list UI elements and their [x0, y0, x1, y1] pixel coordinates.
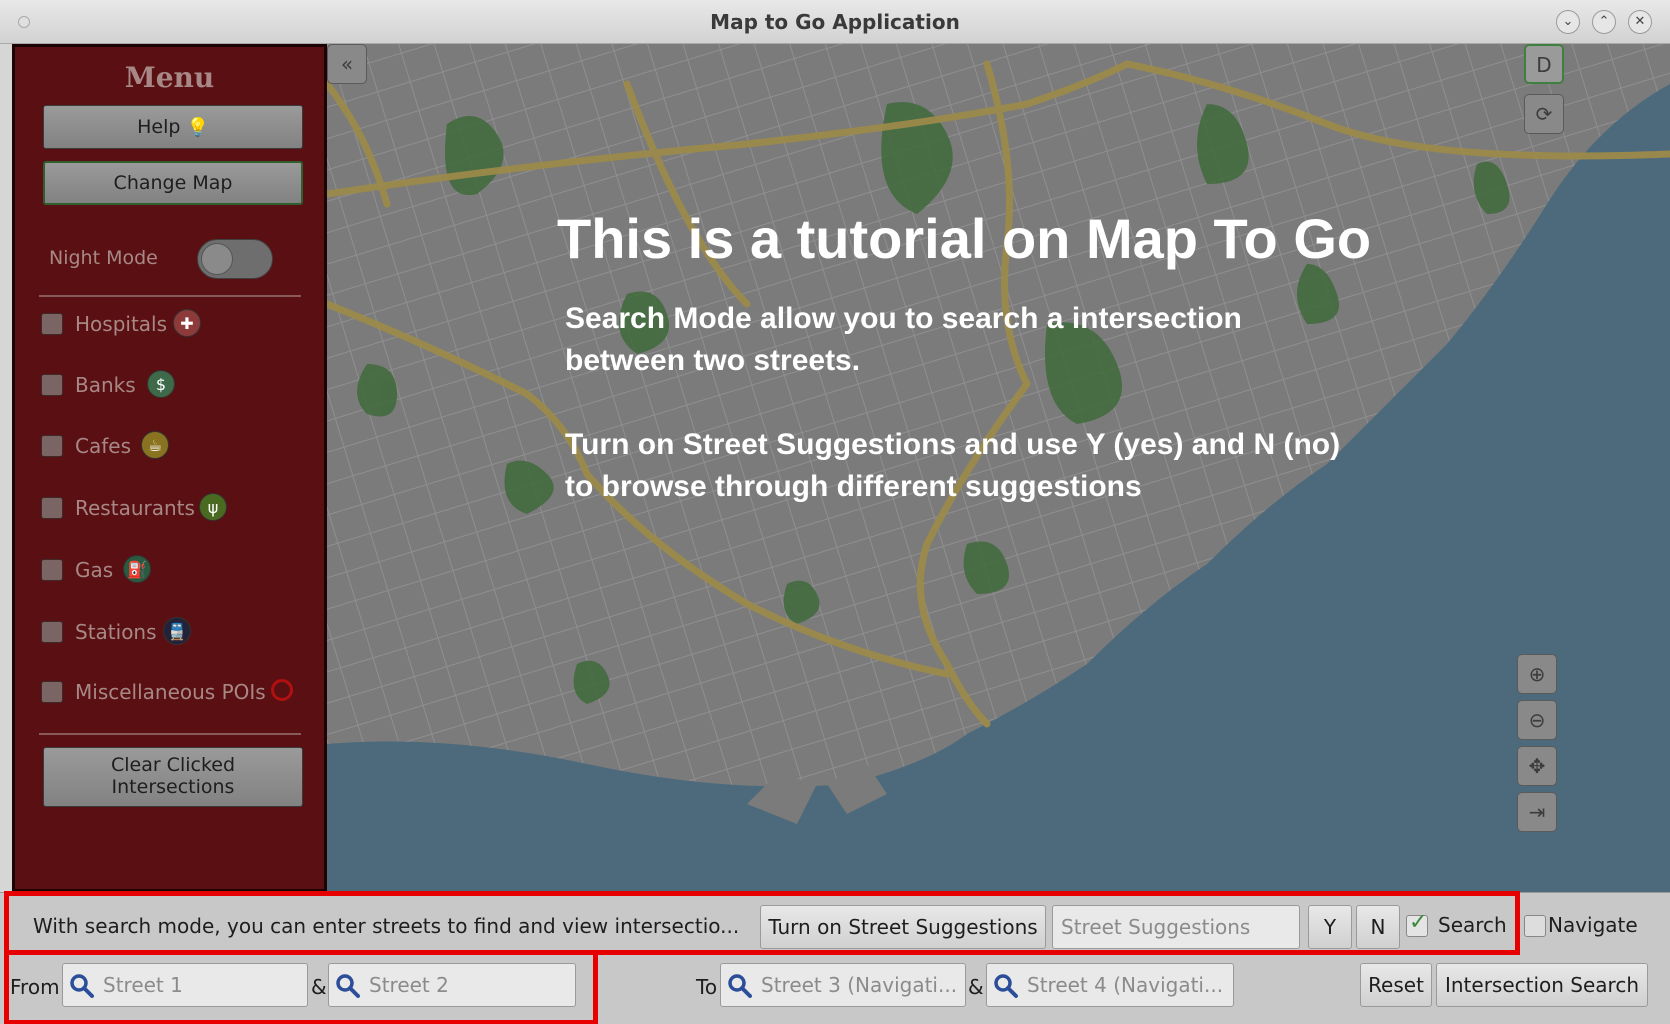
night-mode-toggle[interactable]	[197, 239, 273, 279]
bank-icon: $	[147, 370, 175, 398]
toggle-knob-icon	[201, 243, 233, 275]
restaurants-checkbox[interactable]	[41, 497, 63, 519]
street-suggestions-field[interactable]: Street Suggestions	[1052, 905, 1300, 949]
search-icon	[994, 974, 1018, 998]
street-4-placeholder: Street 4 (Navigati...	[1027, 973, 1224, 997]
station-icon: 🚆	[163, 617, 191, 645]
suggestions-placeholder: Street Suggestions	[1061, 915, 1251, 939]
search-mode-label: Search	[1438, 913, 1507, 937]
intersection-search-label: Intersection Search	[1444, 973, 1640, 997]
no-label: N	[1370, 915, 1386, 939]
tutorial-line-3: Turn on Street Suggestions and use Y (ye…	[565, 428, 1341, 461]
minimize-icon[interactable]: ⌄	[1556, 10, 1580, 34]
yes-button[interactable]: Y	[1308, 905, 1352, 949]
check-icon: ✓	[1409, 910, 1428, 935]
poi-label: Cafes	[75, 434, 131, 458]
tutorial-line-4: to browse through different suggestions	[565, 470, 1142, 503]
hospital-icon: ✚	[173, 309, 201, 337]
divider	[39, 295, 301, 297]
ampersand-label: &	[968, 975, 984, 999]
tutorial-title: This is a tutorial on Map To Go	[557, 207, 1372, 270]
stations-checkbox[interactable]	[41, 621, 63, 643]
clear-label-line2: Intersections	[111, 776, 235, 798]
intersection-search-button[interactable]: Intersection Search	[1436, 963, 1648, 1007]
street-3-input[interactable]: Street 3 (Navigati...	[720, 963, 966, 1007]
gas-icon: ⛽	[123, 555, 151, 583]
sidebar-menu: Menu Help 💡 Change Map Night Mode Hospit…	[12, 44, 327, 892]
refresh-icon[interactable]: ⟳	[1524, 94, 1564, 134]
cafes-checkbox[interactable]	[41, 435, 63, 457]
street-2-input[interactable]: Street 2	[328, 963, 576, 1007]
from-label: From	[10, 975, 60, 999]
window-title: Map to Go Application	[710, 10, 960, 34]
poi-label: Gas	[75, 558, 114, 582]
tutorial-line-2: between two streets.	[565, 344, 861, 377]
menu-title: Menu	[124, 61, 215, 94]
clear-label-line1: Clear Clicked	[110, 754, 236, 776]
divider	[39, 733, 301, 735]
banks-checkbox[interactable]	[41, 374, 63, 396]
collapse-sidebar-button[interactable]: «	[327, 44, 367, 84]
navigate-mode-checkbox[interactable]	[1524, 915, 1546, 937]
search-icon	[336, 974, 360, 998]
street-4-input[interactable]: Street 4 (Navigati...	[986, 963, 1234, 1007]
direction-label: D	[1536, 53, 1552, 77]
change-map-label: Change Map	[113, 172, 233, 194]
direction-button[interactable]: D	[1524, 44, 1564, 84]
navigate-mode-label: Navigate	[1548, 913, 1638, 937]
misc-poi-icon	[271, 679, 293, 701]
street-1-input[interactable]: Street 1	[62, 963, 308, 1007]
poi-label: Hospitals	[75, 312, 168, 336]
tutorial-line-1: Search Mode allow you to search a inters…	[565, 302, 1242, 335]
gas-checkbox[interactable]	[41, 559, 63, 581]
misc-checkbox[interactable]	[41, 681, 63, 703]
change-map-button[interactable]: Change Map	[43, 161, 303, 205]
title-bar: Map to Go Application ⌄ ⌃ ✕	[0, 0, 1670, 44]
close-icon[interactable]: ✕	[1628, 10, 1652, 34]
street-1-placeholder: Street 1	[103, 973, 183, 997]
pan-icon[interactable]: ✥	[1517, 746, 1557, 786]
hospitals-checkbox[interactable]	[41, 313, 63, 335]
reset-button[interactable]: Reset	[1360, 963, 1432, 1007]
suggestions-button-label: Turn on Street Suggestions	[768, 915, 1038, 939]
clear-clicked-intersections-button[interactable]: Clear Clicked Intersections	[43, 747, 303, 807]
restaurant-icon: ψ	[199, 493, 227, 521]
street-suggestions-toggle-button[interactable]: Turn on Street Suggestions	[760, 905, 1046, 949]
bottom-toolbar: With search mode, you can enter streets …	[0, 891, 1670, 1024]
night-mode-label: Night Mode	[49, 247, 158, 269]
search-icon	[70, 974, 94, 998]
cafe-icon: ☕	[141, 431, 169, 459]
zoom-in-icon[interactable]: ⊕	[1517, 654, 1557, 694]
zoom-fit-icon[interactable]: ⇥	[1517, 792, 1557, 832]
help-button[interactable]: Help 💡	[43, 105, 303, 149]
poi-label: Banks	[75, 373, 136, 397]
street-2-placeholder: Street 2	[369, 973, 449, 997]
search-mode-checkbox[interactable]: ✓	[1406, 910, 1428, 937]
yes-label: Y	[1323, 915, 1337, 939]
zoom-out-icon[interactable]: ⊖	[1517, 700, 1557, 740]
street-3-placeholder: Street 3 (Navigati...	[761, 973, 958, 997]
help-button-label: Help	[137, 116, 181, 138]
to-label: To	[696, 975, 718, 999]
lightbulb-icon: 💡	[186, 117, 209, 138]
no-button[interactable]: N	[1356, 905, 1400, 949]
poi-label: Stations	[75, 620, 157, 644]
poi-label: Restaurants	[75, 496, 195, 520]
poi-label: Miscellaneous POIs	[75, 680, 266, 704]
search-icon	[728, 974, 752, 998]
maximize-icon[interactable]: ⌃	[1592, 10, 1616, 34]
reset-label: Reset	[1368, 973, 1424, 997]
map-canvas[interactable]: « D ⟳ This is a tutorial on Map To Go Se…	[327, 44, 1670, 896]
search-mode-info-text: With search mode, you can enter streets …	[33, 914, 740, 938]
ampersand-label: &	[311, 975, 327, 999]
